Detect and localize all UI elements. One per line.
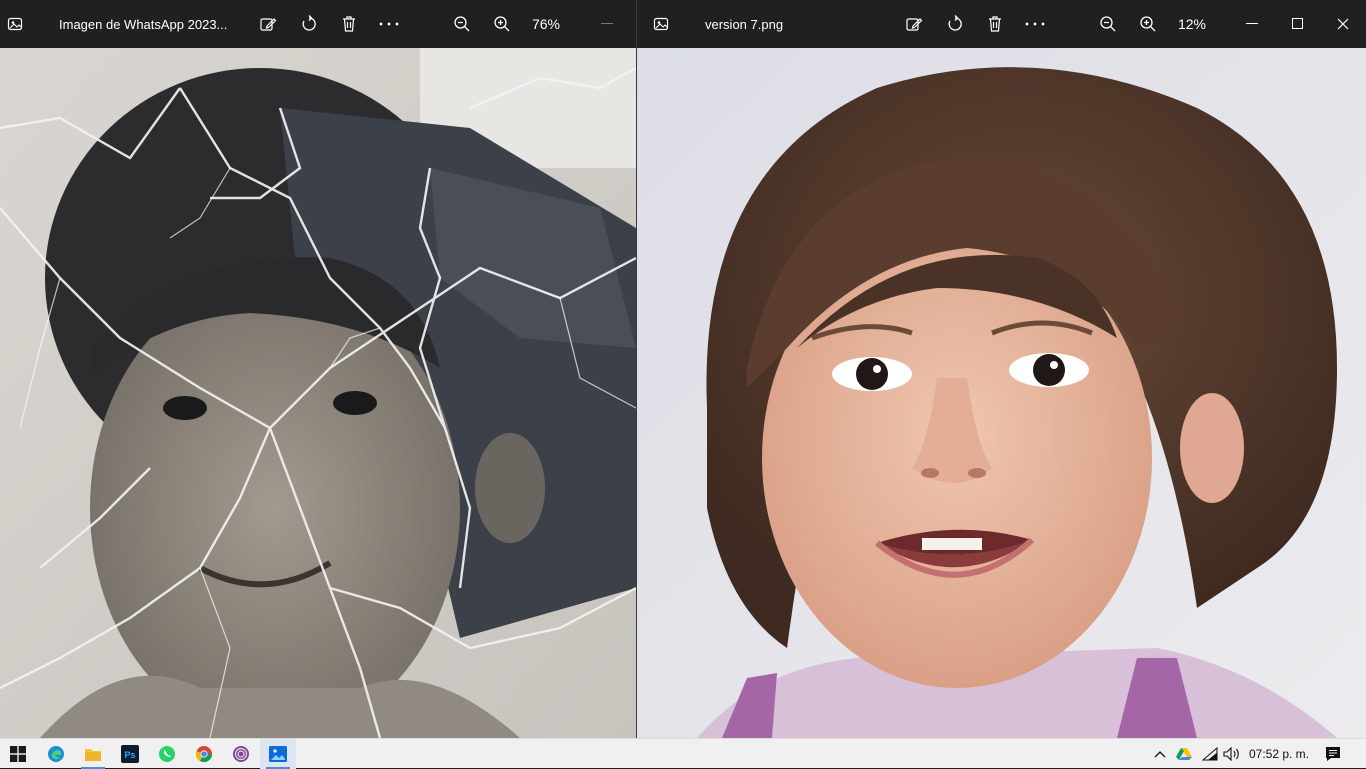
minimize-icon[interactable] bbox=[1229, 0, 1275, 48]
photos-app-icon bbox=[646, 0, 676, 48]
rotate-icon[interactable] bbox=[291, 0, 327, 48]
photos-app-icon bbox=[0, 0, 30, 48]
window-title: version 7.png bbox=[705, 16, 784, 32]
rotate-icon[interactable] bbox=[937, 0, 973, 48]
delete-icon[interactable] bbox=[331, 0, 367, 48]
more-icon[interactable] bbox=[1017, 0, 1053, 48]
zoom-level[interactable]: 76% bbox=[526, 0, 566, 48]
image-canvas-right bbox=[637, 48, 1366, 738]
photos-taskbar-icon[interactable] bbox=[260, 739, 296, 769]
chrome-icon[interactable] bbox=[186, 739, 222, 769]
whatsapp-icon[interactable] bbox=[149, 739, 185, 769]
zoom-in-icon[interactable] bbox=[484, 0, 520, 48]
maximize-icon[interactable] bbox=[1275, 0, 1321, 48]
edit-image-icon[interactable] bbox=[250, 0, 286, 48]
zoom-out-icon[interactable] bbox=[1090, 0, 1126, 48]
taskbar: Ps 07:52 p. m. bbox=[0, 738, 1366, 769]
volume-icon[interactable] bbox=[1222, 739, 1242, 769]
google-drive-icon[interactable] bbox=[1174, 739, 1194, 769]
photos-window-right: version 7.png 12% bbox=[637, 0, 1366, 738]
old-photo bbox=[0, 48, 636, 738]
titlebar-left: Imagen de WhatsApp 2023... 76% bbox=[0, 0, 636, 48]
more-icon[interactable] bbox=[371, 0, 407, 48]
restored-photo bbox=[637, 48, 1366, 738]
file-explorer-icon[interactable] bbox=[75, 739, 111, 769]
windows-start-icon[interactable] bbox=[0, 739, 36, 769]
zoom-in-icon[interactable] bbox=[1130, 0, 1166, 48]
edge-icon[interactable] bbox=[38, 739, 74, 769]
zoom-out-icon[interactable] bbox=[444, 0, 480, 48]
clock[interactable]: 07:52 p. m. bbox=[1246, 739, 1312, 769]
tor-browser-icon[interactable] bbox=[223, 739, 259, 769]
image-canvas-left bbox=[0, 48, 636, 738]
edit-image-icon[interactable] bbox=[896, 0, 932, 48]
zoom-level[interactable]: 12% bbox=[1172, 0, 1212, 48]
titlebar-right: version 7.png 12% bbox=[637, 0, 1366, 48]
minimize-icon[interactable] bbox=[598, 0, 616, 48]
photoshop-icon[interactable]: Ps bbox=[112, 739, 148, 769]
notification-center-icon[interactable] bbox=[1322, 739, 1344, 769]
window-title: Imagen de WhatsApp 2023... bbox=[59, 16, 228, 32]
delete-icon[interactable] bbox=[977, 0, 1013, 48]
close-icon[interactable] bbox=[1320, 0, 1366, 48]
svg-text:Ps: Ps bbox=[124, 750, 135, 760]
photos-window-left: Imagen de WhatsApp 2023... 76% bbox=[0, 0, 636, 738]
wifi-icon[interactable] bbox=[1199, 739, 1221, 769]
chevron-up-icon[interactable] bbox=[1150, 739, 1170, 769]
